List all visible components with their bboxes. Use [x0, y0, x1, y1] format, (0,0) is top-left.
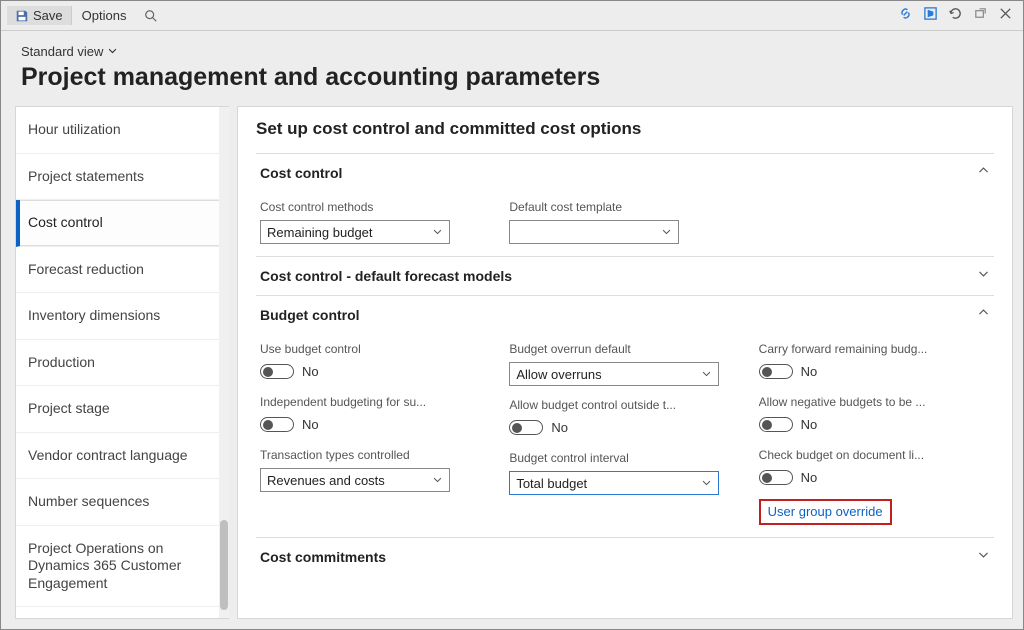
section-budget-control-header[interactable]: Budget control: [256, 295, 994, 334]
chevron-down-icon: [977, 267, 990, 285]
sidebar-item-inventory-dimensions[interactable]: Inventory dimensions: [16, 293, 229, 340]
toggle-value: No: [801, 364, 818, 379]
scrollbar-track[interactable]: [219, 107, 229, 618]
toggle-value: No: [302, 417, 319, 432]
sidebar-item-project-operations[interactable]: Project Operations on Dynamics 365 Custo…: [16, 526, 229, 608]
main-title: Set up cost control and committed cost o…: [256, 119, 994, 139]
search-icon: [144, 9, 158, 23]
title-area: Standard view Project management and acc…: [1, 31, 1023, 100]
label-carry-forward: Carry forward remaining budg...: [759, 342, 990, 356]
toggle-switch[interactable]: [260, 417, 294, 432]
label-allow-negative: Allow negative budgets to be ...: [759, 395, 990, 409]
sidebar-item-hour-utilization[interactable]: Hour utilization: [16, 107, 229, 154]
select-value: Total budget: [516, 476, 587, 491]
toggle-value: No: [801, 417, 818, 432]
toggle-switch[interactable]: [759, 364, 793, 379]
close-icon[interactable]: [998, 6, 1013, 26]
options-button[interactable]: Options: [74, 6, 135, 25]
highlight-box: User group override: [759, 499, 892, 525]
chevron-up-icon: [977, 164, 990, 182]
link-user-group-override[interactable]: User group override: [765, 503, 886, 520]
sidebar-item-project-stage[interactable]: Project stage: [16, 386, 229, 433]
chevron-down-icon: [107, 44, 118, 59]
toggle-independent-budgeting[interactable]: No: [260, 417, 491, 432]
sidebar-item-vendor-contract-language[interactable]: Vendor contract language: [16, 433, 229, 480]
office-icon[interactable]: [923, 6, 938, 26]
select-value: Revenues and costs: [267, 473, 385, 488]
view-switcher[interactable]: Standard view: [21, 44, 118, 59]
scrollbar-thumb[interactable]: [220, 520, 228, 610]
toggle-use-budget-control[interactable]: No: [260, 364, 491, 379]
label-use-budget-control: Use budget control: [260, 342, 491, 356]
section-title: Cost control: [260, 165, 342, 181]
save-button[interactable]: Save: [7, 6, 72, 25]
chevron-down-icon: [701, 367, 712, 382]
refresh-icon[interactable]: [948, 6, 963, 26]
toggle-allow-outside[interactable]: No: [509, 420, 740, 435]
page-title: Project management and accounting parame…: [21, 63, 1005, 92]
main-panel: Set up cost control and committed cost o…: [237, 106, 1013, 619]
label-transaction-types: Transaction types controlled: [260, 448, 491, 462]
section-forecast-models-header[interactable]: Cost control - default forecast models: [256, 256, 994, 295]
toggle-allow-negative[interactable]: No: [759, 417, 990, 432]
label-budget-interval: Budget control interval: [509, 451, 740, 465]
select-value: Allow overruns: [516, 367, 601, 382]
toolbar-right: [898, 6, 1017, 26]
toggle-switch[interactable]: [759, 417, 793, 432]
select-budget-overrun[interactable]: Allow overruns: [509, 362, 719, 386]
sidebar: ▲ Hour utilization Project statements Co…: [15, 106, 229, 619]
sidebar-item-number-sequences[interactable]: Number sequences: [16, 479, 229, 526]
save-icon: [15, 9, 29, 23]
label-cost-control-methods: Cost control methods: [260, 200, 491, 214]
section-cost-commitments-header[interactable]: Cost commitments: [256, 537, 994, 576]
save-label: Save: [33, 8, 63, 23]
sidebar-item-cost-control[interactable]: Cost control: [16, 200, 229, 247]
label-budget-overrun: Budget overrun default: [509, 342, 740, 356]
toggle-carry-forward[interactable]: No: [759, 364, 990, 379]
section-title: Cost commitments: [260, 549, 386, 565]
options-label: Options: [82, 8, 127, 23]
sidebar-item-project-statements[interactable]: Project statements: [16, 154, 229, 201]
select-default-cost-template[interactable]: [509, 220, 679, 244]
chevron-down-icon: [661, 225, 672, 240]
select-transaction-types[interactable]: Revenues and costs: [260, 468, 450, 492]
select-cost-control-methods[interactable]: Remaining budget: [260, 220, 450, 244]
section-title: Cost control - default forecast models: [260, 268, 512, 284]
label-allow-outside: Allow budget control outside t...: [509, 398, 740, 412]
chevron-down-icon: [432, 473, 443, 488]
search-button[interactable]: [136, 7, 166, 25]
label-default-cost-template: Default cost template: [509, 200, 740, 214]
section-cost-control-body: Cost control methods Remaining budget De…: [256, 192, 994, 256]
toggle-check-budget[interactable]: No: [759, 470, 990, 485]
toggle-value: No: [551, 420, 568, 435]
popout-icon[interactable]: [973, 6, 988, 26]
toggle-switch[interactable]: [759, 470, 793, 485]
chevron-down-icon: [432, 225, 443, 240]
action-toolbar: Save Options: [1, 1, 1023, 31]
toggle-value: No: [801, 470, 818, 485]
view-label: Standard view: [21, 44, 103, 59]
chevron-down-icon: [977, 548, 990, 566]
label-independent-budgeting: Independent budgeting for su...: [260, 395, 491, 409]
toggle-value: No: [302, 364, 319, 379]
chevron-up-icon: [977, 306, 990, 324]
body: ▲ Hour utilization Project statements Co…: [1, 100, 1023, 629]
label-check-budget: Check budget on document li...: [759, 448, 990, 462]
toggle-switch[interactable]: [509, 420, 543, 435]
select-budget-interval[interactable]: Total budget: [509, 471, 719, 495]
section-cost-control-header[interactable]: Cost control: [256, 153, 994, 192]
select-value: Remaining budget: [267, 225, 373, 240]
sidebar-item-forecast-reduction[interactable]: Forecast reduction: [16, 247, 229, 294]
section-budget-control-body: Use budget control No Independent budget…: [256, 334, 994, 537]
chevron-down-icon: [701, 476, 712, 491]
app-window: Save Options Standard view Project manag…: [0, 0, 1024, 630]
sidebar-item-production[interactable]: Production: [16, 340, 229, 387]
toggle-switch[interactable]: [260, 364, 294, 379]
section-title: Budget control: [260, 307, 360, 323]
link-icon[interactable]: [898, 6, 913, 26]
